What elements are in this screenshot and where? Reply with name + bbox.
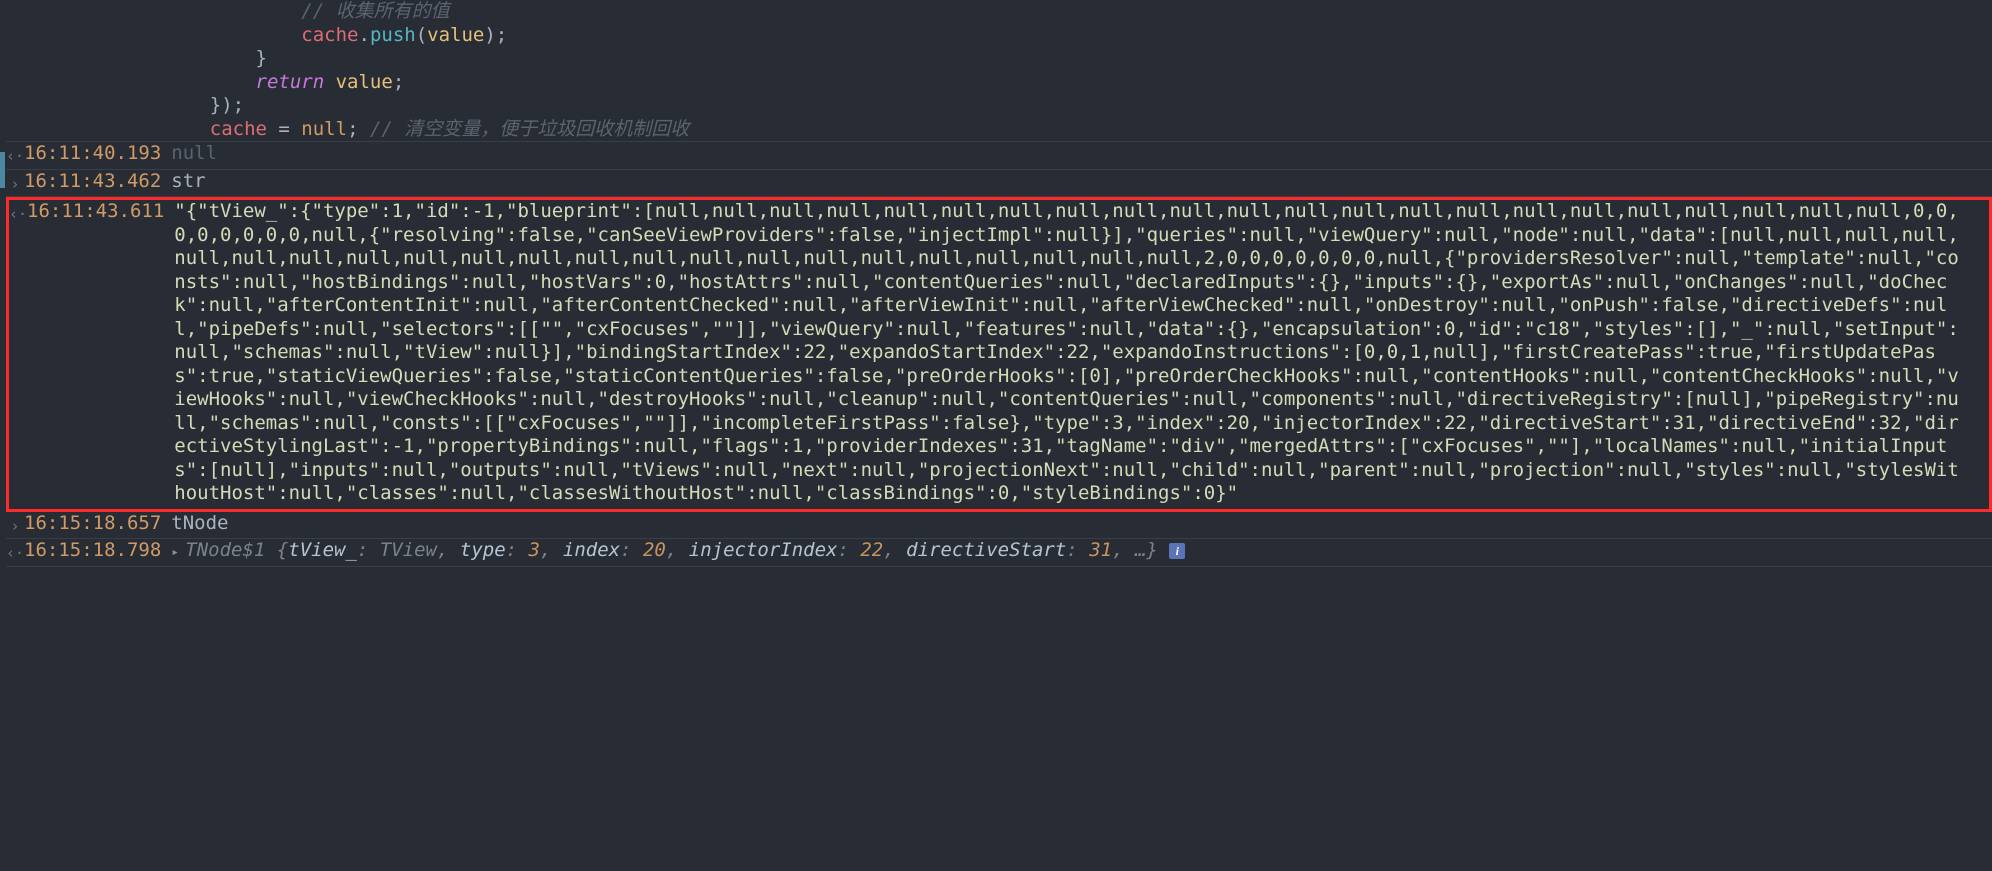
console-row[interactable]: ‹·16:11:43.611"{"tView_":{"type":1,"id":… bbox=[6, 197, 1992, 512]
timestamp: 16:11:40.193 bbox=[24, 142, 171, 166]
input-icon: › bbox=[6, 512, 24, 539]
marker-bar bbox=[0, 152, 5, 188]
output-icon: ‹· bbox=[6, 539, 24, 566]
output-icon: ‹· bbox=[6, 142, 24, 169]
code-line: cache.push(value); bbox=[6, 24, 1992, 48]
code-line: }); bbox=[6, 94, 1992, 118]
null-value: null bbox=[171, 142, 217, 164]
console-panel: // 收集所有的值 cache.push(value); } return va… bbox=[0, 0, 1992, 871]
code-line: // 收集所有的值 bbox=[6, 0, 1992, 24]
divider bbox=[6, 566, 1992, 567]
code-line: return value; bbox=[6, 71, 1992, 95]
object-key: injectorIndex bbox=[689, 539, 838, 561]
object-key: tView_ bbox=[288, 539, 357, 561]
object-value: TView bbox=[380, 539, 437, 561]
code-line: cache = null; // 清空变量，便于垃圾回收机制回收 bbox=[6, 118, 1992, 142]
input-icon: › bbox=[6, 170, 24, 197]
object-value: 3 bbox=[529, 539, 540, 561]
console-row[interactable]: ›16:15:18.657tNode bbox=[6, 512, 1992, 539]
output-icon: ‹· bbox=[9, 200, 27, 227]
chevron-right-icon[interactable]: ▸ bbox=[171, 541, 185, 565]
timestamp: 16:15:18.657 bbox=[24, 512, 171, 536]
code-content: // 收集所有的值 bbox=[164, 0, 1992, 24]
console-row[interactable]: ›16:11:43.462str bbox=[6, 170, 1992, 197]
console-row[interactable]: ‹·16:15:18.798▸TNode$1 {tView_: TView, t… bbox=[6, 539, 1992, 566]
console-row[interactable]: ‹·16:11:40.193null bbox=[6, 142, 1992, 169]
object-key: index bbox=[563, 539, 620, 561]
object-value: 31 bbox=[1089, 539, 1112, 561]
message-content: str bbox=[171, 170, 1992, 194]
info-icon[interactable]: i bbox=[1169, 543, 1185, 559]
message-content: "{"tView_":{"type":1,"id":-1,"blueprint"… bbox=[174, 200, 1989, 509]
object-value: 20 bbox=[643, 539, 666, 561]
object-value: 22 bbox=[860, 539, 883, 561]
comment: // 收集所有的值 bbox=[301, 0, 449, 22]
timestamp: 16:11:43.611 bbox=[27, 200, 174, 224]
timestamp: 16:11:43.462 bbox=[24, 170, 171, 194]
object-key: type bbox=[460, 539, 506, 561]
message-content: null bbox=[171, 142, 1992, 166]
object-key: directiveStart bbox=[906, 539, 1066, 561]
code-line: } bbox=[6, 47, 1992, 71]
message-content: tNode bbox=[171, 512, 1992, 536]
gutter-blank bbox=[6, 0, 24, 3]
message-content: ▸TNode$1 {tView_: TView, type: 3, index:… bbox=[171, 539, 1992, 565]
timestamp: 16:15:18.798 bbox=[24, 539, 171, 563]
code-content: cache.push(value); bbox=[164, 24, 1992, 48]
object-type: TNode$1 bbox=[185, 539, 277, 561]
